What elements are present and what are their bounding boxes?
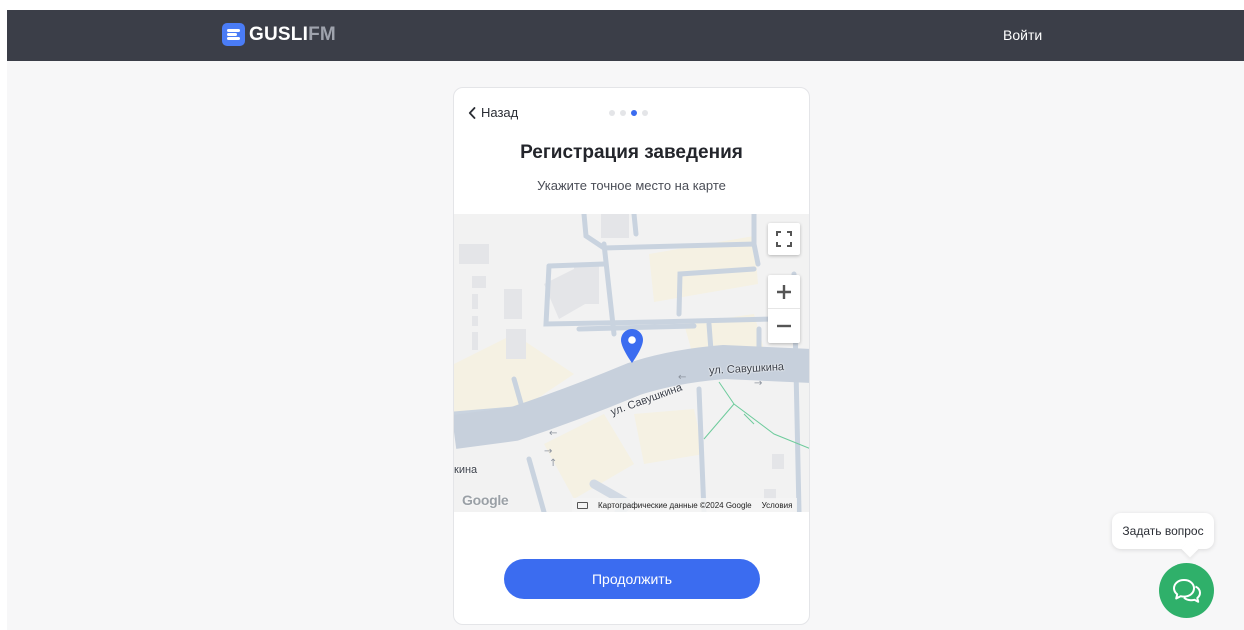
step-dot <box>642 110 648 116</box>
logo-icon <box>222 23 245 46</box>
page-subtitle: Укажите точное место на карте <box>537 178 726 193</box>
page-title: Регистрация заведения <box>520 142 743 163</box>
zoom-controls <box>768 275 800 343</box>
google-logo[interactable]: Google <box>462 492 509 508</box>
zoom-out-button[interactable] <box>768 309 800 343</box>
terms-link[interactable]: Условия <box>762 501 793 510</box>
page: GUSLIFM Войти Назад Регистрация заведени… <box>7 10 1244 630</box>
chat-button[interactable] <box>1159 563 1214 618</box>
ask-question-tooltip[interactable]: Задать вопрос <box>1112 513 1214 549</box>
continue-button[interactable]: Продолжить <box>504 559 760 599</box>
street-label: кина <box>454 464 478 476</box>
brand-logo[interactable]: GUSLIFM <box>222 23 336 46</box>
minus-icon <box>777 324 791 328</box>
fullscreen-button[interactable] <box>768 223 800 255</box>
svg-text:→: → <box>544 446 552 457</box>
plus-icon <box>777 284 791 299</box>
step-dot <box>620 110 626 116</box>
location-pin-icon[interactable] <box>621 329 643 363</box>
location-map[interactable]: ← → ← → ↑ ул. Савушкина ул. Савушкина ки… <box>454 214 809 512</box>
chevron-left-icon <box>468 106 476 119</box>
login-link[interactable]: Войти <box>1003 27 1042 43</box>
svg-text:↑: ↑ <box>549 458 557 469</box>
step-dot-active <box>631 110 637 116</box>
svg-text:←: ← <box>549 428 557 439</box>
svg-text:→: → <box>754 378 762 389</box>
fullscreen-icon <box>776 231 792 247</box>
chat-bubbles-icon <box>1172 578 1201 603</box>
map-data-credit[interactable]: Картографические данные ©2024 Google <box>598 501 752 510</box>
map-attribution: Картографические данные ©2024 Google Усл… <box>572 498 798 512</box>
step-dot <box>609 110 615 116</box>
back-label: Назад <box>481 105 519 120</box>
top-navbar: GUSLIFM Войти <box>7 10 1244 61</box>
back-button[interactable]: Назад <box>468 105 518 120</box>
step-indicator <box>609 110 648 116</box>
zoom-in-button[interactable] <box>768 275 800 309</box>
logo-text: GUSLIFM <box>249 23 336 45</box>
keyboard-shortcuts-icon[interactable] <box>577 501 588 509</box>
registration-card: Назад Регистрация заведения Укажите точн… <box>453 87 810 625</box>
